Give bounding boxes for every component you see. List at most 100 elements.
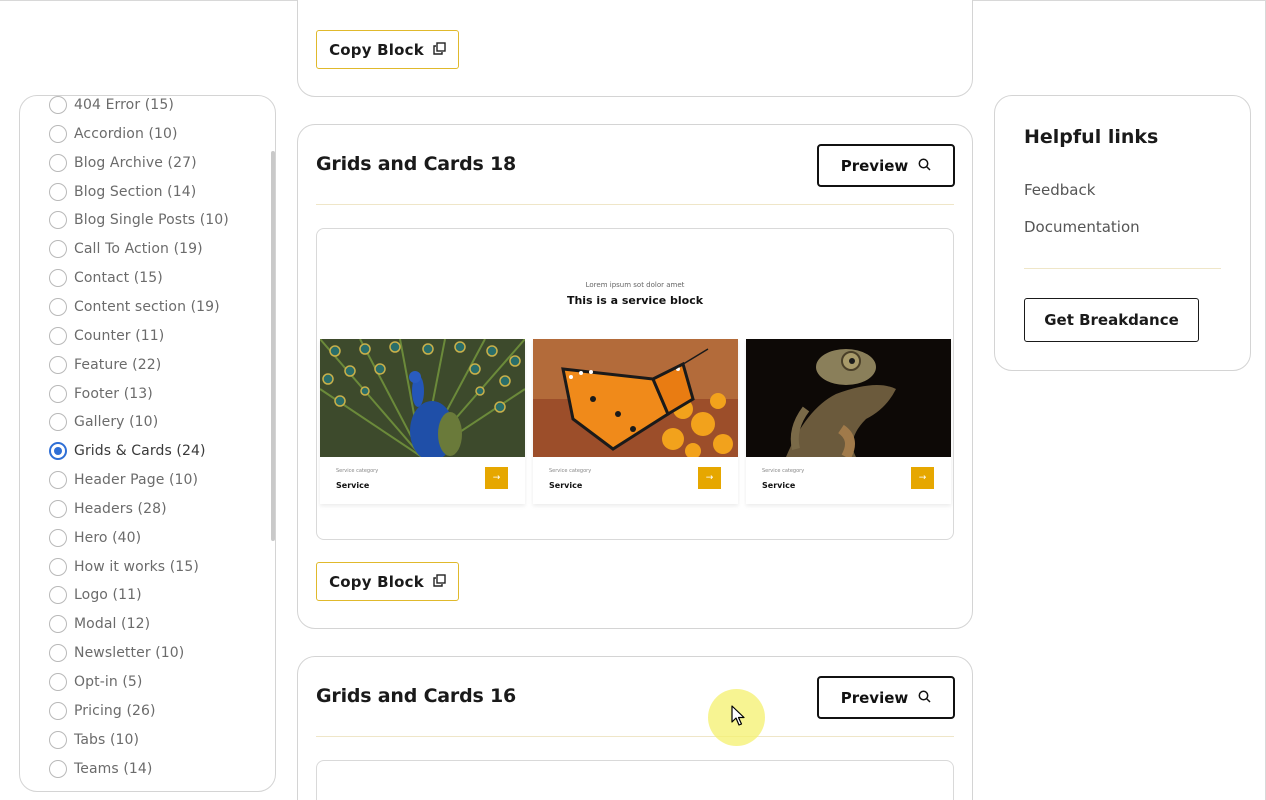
category-label: Blog Section (14) xyxy=(74,183,197,200)
category-item[interactable]: Opt-in (5) xyxy=(49,671,143,693)
copy-block-label: Copy Block xyxy=(329,572,424,591)
category-item[interactable]: Tabs (10) xyxy=(49,729,139,751)
block-title: Grids and Cards 16 xyxy=(316,685,517,707)
category-item[interactable]: Headers (28) xyxy=(49,498,167,520)
category-radio[interactable] xyxy=(49,297,67,316)
category-label: Header Page (10) xyxy=(74,472,199,489)
category-label: Blog Single Posts (10) xyxy=(74,212,229,229)
category-item[interactable]: Call To Action (19) xyxy=(49,238,203,260)
block-thumbnail[interactable]: Lorem ipsum sot dolor amet This is a ser… xyxy=(316,228,954,540)
category-radio[interactable] xyxy=(49,528,67,547)
category-radio[interactable] xyxy=(49,499,67,518)
category-radio[interactable] xyxy=(49,326,67,345)
documentation-link[interactable]: Documentation xyxy=(1024,218,1140,236)
preview-label: Preview xyxy=(840,156,909,175)
category-item[interactable]: Footer (13) xyxy=(49,383,153,405)
category-radio[interactable] xyxy=(49,557,67,576)
category-radio[interactable] xyxy=(49,211,67,230)
category-radio[interactable] xyxy=(49,269,67,288)
category-label: Content section (19) xyxy=(74,298,220,315)
category-radio[interactable] xyxy=(49,673,67,691)
search-icon xyxy=(918,688,931,707)
block-divider xyxy=(316,736,954,737)
category-radio[interactable] xyxy=(49,355,67,374)
service-name: Service xyxy=(549,481,583,490)
category-radio[interactable] xyxy=(49,644,67,663)
category-label: Grids & Cards (24) xyxy=(74,443,206,460)
sidebar-scrollbar[interactable] xyxy=(271,151,275,541)
category-item[interactable]: Content section (19) xyxy=(49,296,220,318)
get-breakdance-label: Get Breakdance xyxy=(1044,311,1179,329)
peacock-image xyxy=(320,339,525,457)
arrow-right-icon: → xyxy=(485,467,508,489)
service-category: Service category xyxy=(549,468,592,474)
category-label: Counter (11) xyxy=(74,327,165,344)
feedback-link[interactable]: Feedback xyxy=(1024,181,1095,199)
category-label: Logo (11) xyxy=(74,587,142,604)
category-item[interactable]: Teams (14) xyxy=(49,758,153,780)
category-item[interactable]: Blog Section (14) xyxy=(49,181,196,203)
copy-block-button[interactable]: Copy Block xyxy=(316,562,459,601)
category-item[interactable]: Logo (11) xyxy=(49,584,142,606)
category-item[interactable]: Newsletter (10) xyxy=(49,642,184,664)
category-item[interactable]: Counter (11) xyxy=(49,325,164,347)
category-label: Blog Archive (27) xyxy=(74,154,197,171)
category-radio[interactable] xyxy=(49,153,67,172)
category-item[interactable]: Hero (40) xyxy=(49,527,141,549)
category-item[interactable]: Header Page (10) xyxy=(49,469,198,491)
category-radio[interactable] xyxy=(49,759,67,778)
category-radio[interactable] xyxy=(49,471,67,490)
service-name: Service xyxy=(336,481,370,490)
category-label: Accordion (10) xyxy=(74,125,178,142)
category-radio[interactable] xyxy=(49,413,67,432)
preview-label: Preview xyxy=(840,688,909,707)
arrow-right-icon: → xyxy=(911,467,934,489)
service-card: Service category Service → xyxy=(320,339,525,504)
category-label: Hero (40) xyxy=(74,529,142,546)
category-label: How it works (15) xyxy=(74,558,199,575)
category-radio[interactable] xyxy=(49,384,67,403)
service-category: Service category xyxy=(336,468,379,474)
category-item[interactable]: Accordion (10) xyxy=(49,123,178,145)
category-item[interactable]: How it works (15) xyxy=(49,556,199,578)
mouse-cursor-icon xyxy=(731,705,745,731)
category-radio[interactable] xyxy=(49,586,67,605)
category-radio[interactable] xyxy=(49,240,67,259)
get-breakdance-button[interactable]: Get Breakdance xyxy=(1024,298,1199,342)
category-radio[interactable] xyxy=(49,124,67,143)
search-icon xyxy=(918,156,931,175)
category-radio[interactable] xyxy=(49,182,67,201)
category-item[interactable]: Gallery (10) xyxy=(49,411,158,433)
preview-button[interactable]: Preview xyxy=(817,676,955,719)
chameleon-image xyxy=(746,339,951,457)
category-item[interactable]: Modal (12) xyxy=(49,613,150,635)
sidebar-scrollbar-thumb[interactable] xyxy=(271,151,275,541)
category-radio[interactable] xyxy=(49,701,67,720)
category-label: Footer (13) xyxy=(74,385,153,402)
copy-block-button[interactable]: Copy Block xyxy=(316,30,459,69)
category-item[interactable]: Pricing (26) xyxy=(49,700,156,722)
block-thumbnail[interactable] xyxy=(316,760,954,800)
copy-block-label: Copy Block xyxy=(329,40,424,59)
category-radio[interactable] xyxy=(49,615,67,634)
category-item[interactable]: Blog Archive (27) xyxy=(49,152,197,174)
category-item[interactable]: Feature (22) xyxy=(49,354,161,376)
category-item[interactable]: 404 Error (15) xyxy=(49,96,174,116)
category-label: Newsletter (10) xyxy=(74,645,185,662)
copy-icon xyxy=(433,572,446,591)
thumbnail-heading: This is a service block xyxy=(566,294,704,307)
block-card-grids-and-cards-16: Grids and Cards 16 Preview xyxy=(297,656,973,800)
category-label: Pricing (26) xyxy=(74,702,156,719)
category-radio[interactable] xyxy=(49,442,67,461)
category-radio[interactable] xyxy=(49,96,67,114)
category-item[interactable]: Blog Single Posts (10) xyxy=(49,209,229,231)
preview-button[interactable]: Preview xyxy=(817,144,955,187)
thumbnail-eyebrow: Lorem ipsum sot dolor amet xyxy=(585,281,685,289)
category-item[interactable]: Contact (15) xyxy=(49,267,163,289)
helpful-links-panel: Helpful links Feedback Documentation Get… xyxy=(994,95,1251,371)
category-radio[interactable] xyxy=(49,730,67,749)
links-divider xyxy=(1024,268,1221,269)
category-label: Headers (28) xyxy=(74,500,167,517)
category-item[interactable]: Grids & Cards (24) xyxy=(49,440,206,462)
butterfly-image xyxy=(533,339,738,457)
